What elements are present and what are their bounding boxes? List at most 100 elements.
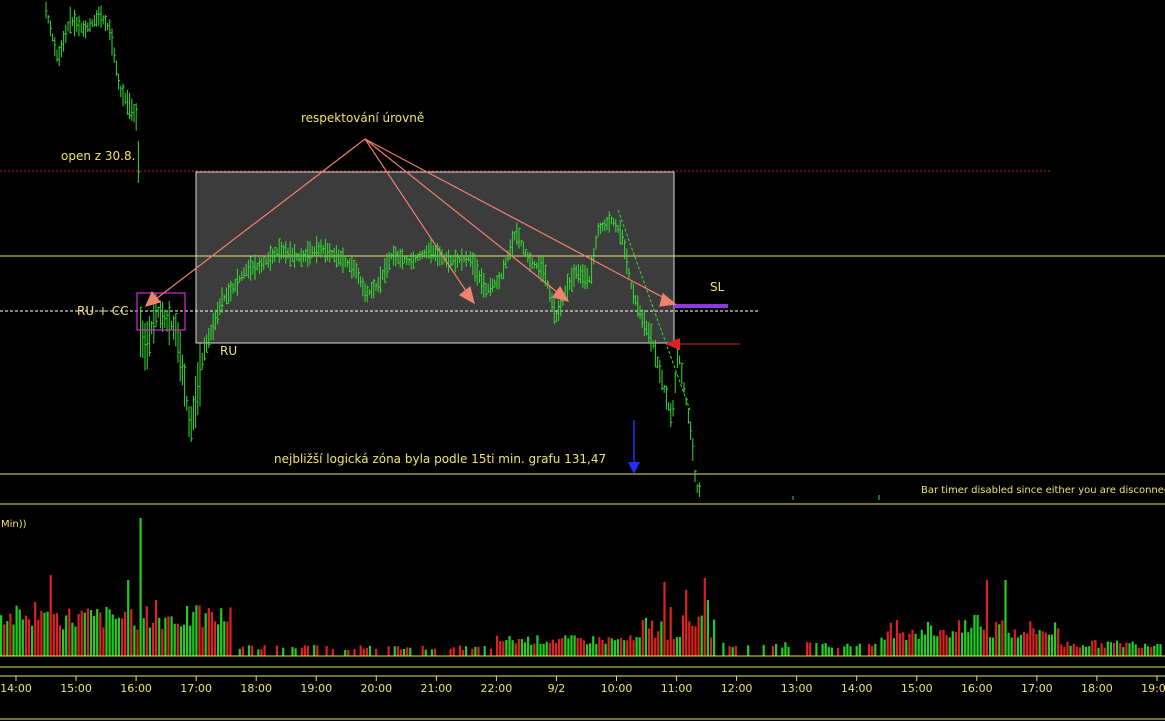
volume-bar — [945, 635, 948, 656]
volume-bar — [362, 648, 365, 656]
volume-bar — [874, 643, 877, 656]
volume-bar — [130, 609, 133, 656]
volume-bar — [616, 639, 620, 656]
volume-bar — [837, 648, 840, 656]
volume-bar — [666, 639, 669, 656]
sl-label: SL — [710, 280, 725, 294]
volume-bar — [672, 639, 675, 656]
volume-bar — [542, 643, 545, 656]
volume-bar — [579, 638, 582, 656]
volume-bar — [939, 630, 942, 656]
volume-bar — [638, 637, 641, 656]
volume-bar — [1094, 640, 1097, 656]
volume-bar — [663, 582, 666, 656]
volume-bar — [195, 605, 198, 656]
volume-bar — [204, 613, 207, 656]
volume-bar — [1156, 644, 1159, 656]
volume-bar — [0, 615, 3, 656]
volume-bar — [967, 632, 970, 656]
open-prev-label: open z 30.8. — [61, 149, 135, 163]
volume-bar — [1060, 644, 1063, 656]
volume-bar — [124, 611, 127, 656]
volume-bar — [238, 648, 241, 656]
volume-bar — [403, 648, 406, 656]
volume-bar — [1137, 647, 1140, 656]
volume-bar — [682, 615, 685, 656]
volume-bar — [62, 629, 65, 656]
volume-bar — [499, 641, 502, 656]
time-tick-label: 14:00 — [841, 682, 873, 695]
volume-bar — [142, 618, 145, 656]
volume-bar — [40, 610, 43, 656]
volume-bar — [502, 641, 505, 656]
volume-bar — [1140, 647, 1143, 656]
volume-bar — [957, 620, 961, 656]
volume-bar — [1023, 632, 1026, 656]
volume-bar — [359, 645, 362, 656]
volume-bar — [508, 636, 511, 656]
volume-bar — [871, 645, 874, 656]
volume-bar — [620, 637, 623, 656]
volume-bar — [675, 637, 678, 656]
volume-bar — [1001, 620, 1004, 656]
volume-bar — [976, 615, 979, 656]
volume-bar — [452, 647, 455, 656]
volume-bar — [895, 620, 899, 656]
volume-bar — [461, 649, 465, 656]
volume-bar — [1125, 642, 1128, 656]
volume-bar — [585, 644, 589, 656]
volume-bar — [747, 645, 750, 656]
volume-bar — [517, 639, 520, 656]
volume-panel-label: Min)) — [1, 519, 27, 530]
volume-bar — [127, 580, 130, 656]
time-tick-label: 15:00 — [60, 682, 92, 695]
volume-bar — [641, 620, 644, 656]
volume-bar — [108, 609, 111, 656]
volume-bar — [182, 624, 186, 656]
volume-bar — [114, 618, 117, 656]
volume-bar — [709, 637, 713, 656]
volume-bar — [973, 615, 976, 656]
volume-bar — [713, 619, 716, 656]
volume-bar — [1088, 646, 1091, 656]
volume-bar — [1004, 580, 1007, 656]
volume-bar — [1091, 640, 1094, 656]
volume-bar — [80, 610, 83, 656]
volume-bar — [936, 636, 939, 656]
volume-bar — [1057, 628, 1060, 656]
volume-bar — [917, 638, 920, 656]
volume-bar — [430, 649, 434, 656]
volume-bar — [34, 602, 37, 656]
volume-bar — [1143, 643, 1147, 656]
volume-bar — [685, 590, 688, 656]
volume-bar — [632, 640, 635, 656]
volume-bar — [787, 646, 790, 656]
volume-bar — [1072, 643, 1075, 656]
volume-bar — [179, 626, 182, 656]
volume-bar — [592, 636, 595, 656]
volume-bar — [424, 649, 427, 656]
time-tick-label: 19:00 — [300, 682, 332, 695]
volume-bar — [483, 646, 486, 656]
volume-bar — [213, 621, 217, 656]
volume-bar — [954, 632, 957, 656]
volume-bar — [570, 635, 573, 656]
volume-bar — [902, 632, 905, 656]
volume-bar — [610, 638, 613, 656]
volume-bar — [722, 642, 725, 656]
volume-bar — [964, 620, 967, 656]
volume-bar — [654, 637, 657, 656]
volume-bar — [102, 627, 105, 656]
volume-bar — [1116, 640, 1119, 656]
volume-bar — [1075, 646, 1078, 656]
volume-bar — [148, 627, 151, 656]
volume-bar — [83, 612, 86, 656]
volume-bar — [201, 627, 204, 656]
volume-bar — [523, 642, 527, 656]
volume-bar — [821, 644, 824, 656]
volume-bar — [651, 620, 654, 656]
time-tick-label: 16:00 — [120, 682, 152, 695]
volume-bar — [576, 638, 579, 656]
volume-bar — [77, 614, 80, 656]
volume-bar — [514, 643, 517, 656]
